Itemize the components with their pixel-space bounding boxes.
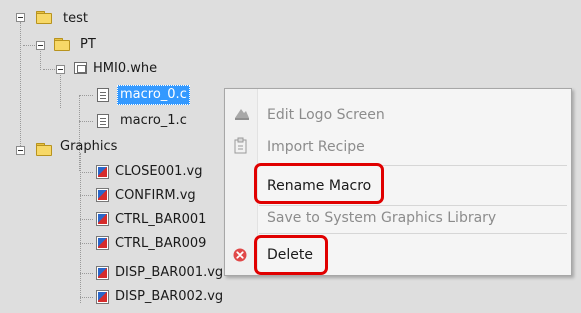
collapse-toggle[interactable] [16,13,25,22]
tree-line [23,45,37,46]
vector-graphic-icon [96,165,109,179]
macro-file-icon [97,114,109,128]
tree-node-file[interactable]: DISP_BAR002.vg [115,285,223,309]
delete-highlight [254,235,328,275]
folder-icon [36,11,52,24]
collapse-toggle[interactable] [16,146,25,155]
tree-line [80,172,93,173]
vector-graphic-icon [96,188,109,202]
vector-graphic-icon [96,290,109,304]
hmi-screen-icon [74,62,87,74]
tree-line [80,273,93,274]
tree-node-test[interactable]: test [63,7,88,31]
collapse-toggle[interactable] [36,41,45,50]
tree-node-file[interactable]: DISP_BAR001.vg [115,261,223,285]
rename-macro-highlight [254,163,384,204]
tree-node-label: DISP_BAR002.vg [115,289,224,304]
vector-graphic-icon [96,266,109,280]
menu-item-save-to-system-graphics-library[interactable]: Save to System Graphics Library [267,210,496,226]
tree-node-label: test [63,11,88,26]
tree-node-label: DISP_BAR001.vg [115,265,224,280]
tree-node-label: macro_1.c [120,113,187,128]
tree-node-hmi[interactable]: HMI0.whe [93,57,157,81]
tree-line [79,121,93,122]
tree-node-label: HMI0.whe [93,61,158,76]
tree-node-label: CTRL_BAR009 [115,236,207,251]
menu-item-edit-logo-screen[interactable]: Edit Logo Screen [267,107,385,123]
tree-node-label: macro_0.c [117,85,190,105]
tree-node-file[interactable]: CLOSE001.vg [115,160,202,184]
folder-icon [36,143,52,156]
tree-node-macro-1[interactable]: macro_1.c [117,109,187,133]
tree-node-label: Graphics [60,139,118,154]
tree-line [80,153,81,303]
tree-line [40,48,41,70]
tree-node-file[interactable]: CTRL_BAR001 [115,208,206,232]
tree-line [60,72,61,108]
folder-icon [54,38,70,51]
edit-logo-icon [235,109,249,120]
tree-line [80,297,93,298]
tree-line [43,69,57,70]
tree-line [79,95,93,96]
tree-node-label: PT [80,37,96,52]
tree-line [20,22,21,150]
tree-line [80,243,93,244]
tree-line [80,195,93,196]
tree-node-graphics[interactable]: Graphics [60,135,117,159]
tree-node-file[interactable]: CTRL_BAR009 [115,232,206,256]
delete-icon [233,248,247,262]
tree-node-label: CTRL_BAR001 [115,212,207,227]
tree-node-macro-0[interactable]: macro_0.c [117,84,190,106]
menu-separator [259,233,567,234]
menu-item-import-recipe[interactable]: Import Recipe [267,139,365,155]
collapse-toggle[interactable] [56,65,65,74]
vector-graphic-icon [96,212,109,226]
tree-line [80,219,93,220]
tree-node-pt[interactable]: PT [80,33,96,57]
tree-node-file[interactable]: CONFIRM.vg [115,184,196,208]
tree-node-label: CONFIRM.vg [115,188,196,203]
macro-file-icon [97,88,109,102]
vector-graphic-icon [96,236,109,250]
menu-separator [259,205,567,206]
tree-node-label: CLOSE001.vg [115,164,203,179]
import-recipe-icon [234,137,247,154]
